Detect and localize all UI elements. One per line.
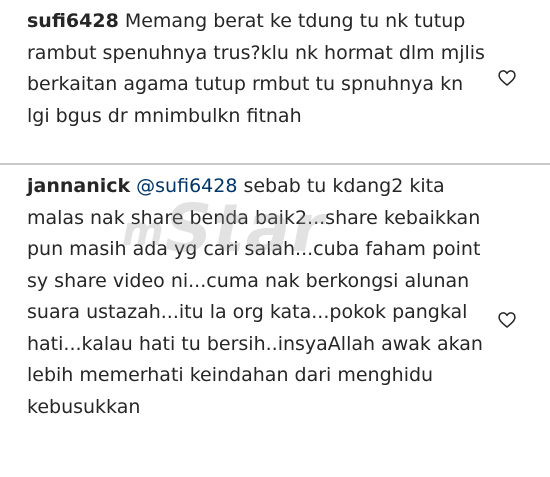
comment-body: sebab tu kdang2 kita malas nak share ben… [27, 175, 483, 418]
comment-text: jannanick @sufi6428 sebab tu kdang2 kita … [27, 171, 487, 423]
comment-username[interactable]: jannanick [27, 175, 130, 197]
comment-text: sufi6428 Memang berat ke tdung tu nk tutu… [27, 6, 487, 132]
heart-outline-icon[interactable] [497, 68, 517, 88]
heart-outline-icon[interactable] [497, 310, 517, 330]
comment-mention[interactable]: @sufi6428 [136, 175, 237, 197]
comment-username[interactable]: sufi6428 [27, 10, 119, 32]
comment-divider [0, 163, 550, 165]
